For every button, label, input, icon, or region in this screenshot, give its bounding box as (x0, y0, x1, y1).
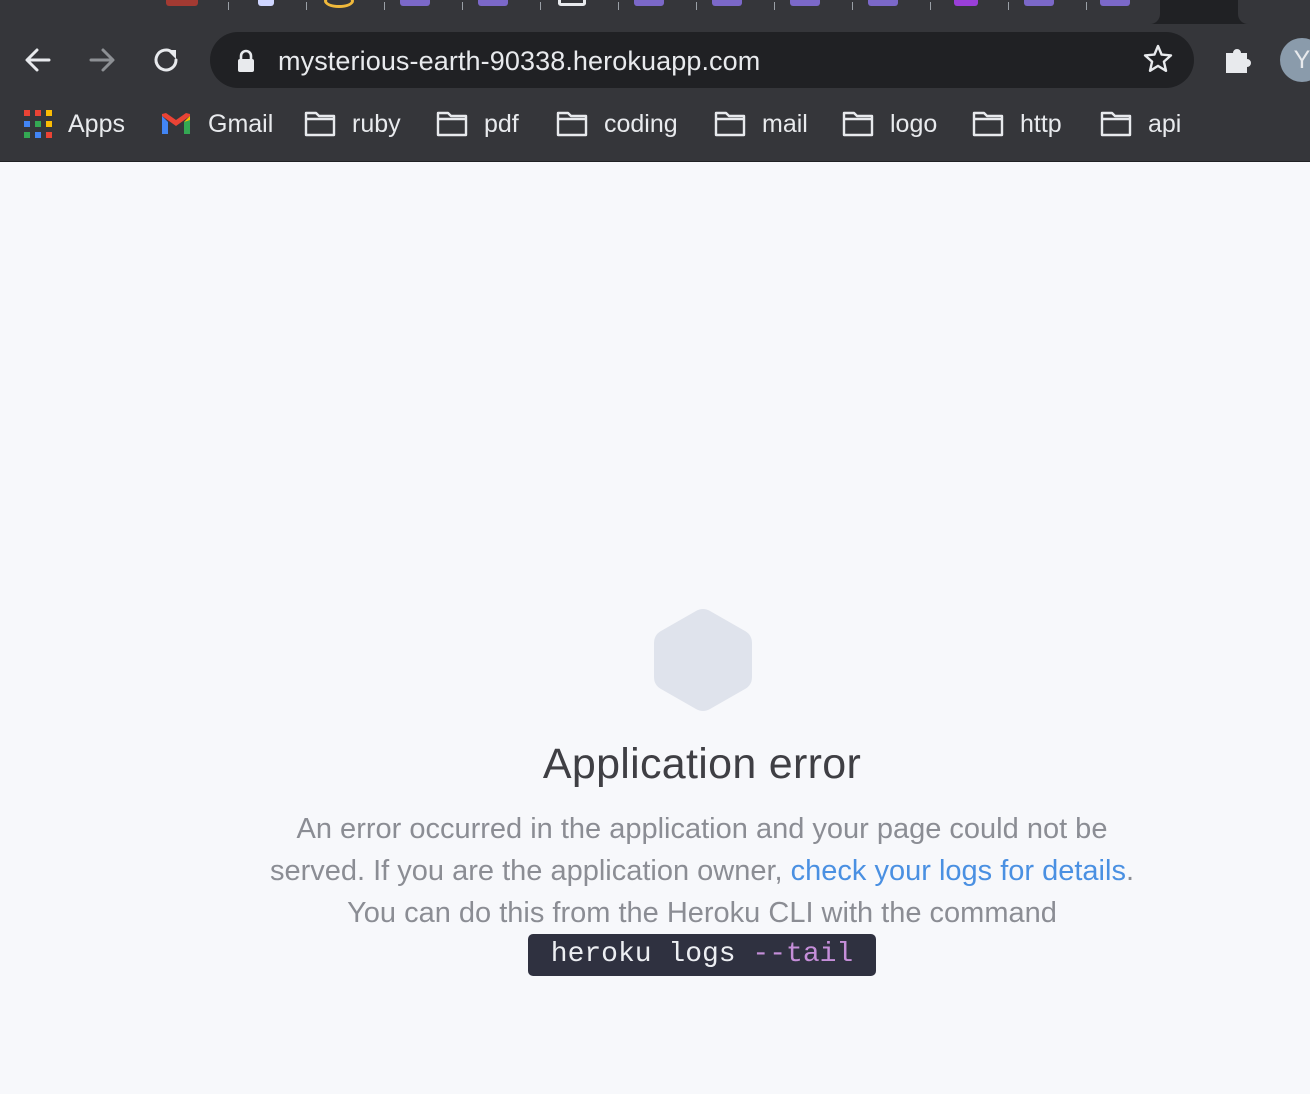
bookmark-label: Apps (68, 109, 125, 138)
tab-favicon[interactable] (324, 0, 354, 8)
forward-arrow-icon (89, 48, 115, 72)
apps-grid-icon (24, 110, 52, 138)
folder-icon (842, 111, 874, 137)
bookmark-folder-api[interactable]: api (1100, 106, 1181, 142)
folder-icon (436, 111, 468, 137)
bookmark-gmail[interactable]: Gmail (160, 106, 273, 142)
back-arrow-icon (25, 48, 51, 72)
tab-favicon[interactable] (400, 0, 430, 6)
extensions-puzzle-icon[interactable] (1222, 44, 1254, 76)
hexagon-icon (654, 609, 752, 711)
bookmark-apps[interactable]: Apps (24, 106, 125, 142)
browser-chrome: mysterious-earth-90338.herokuapp.com Y A… (0, 0, 1310, 162)
tab-favicon[interactable] (868, 0, 898, 6)
folder-icon (714, 111, 746, 137)
tab-favicon[interactable] (478, 0, 508, 6)
bookmark-label: http (1020, 109, 1062, 138)
bookmarks-bar: Apps Gmail ruby pdf coding mail logo htt… (0, 100, 1310, 148)
error-message: An error occurred in the application and… (250, 808, 1154, 934)
bookmark-folder-mail[interactable]: mail (714, 106, 808, 142)
tab-separator (930, 2, 931, 10)
tab-separator (540, 2, 541, 10)
folder-icon (304, 111, 336, 137)
reload-button[interactable] (146, 40, 186, 80)
bookmark-folder-pdf[interactable]: pdf (436, 106, 519, 142)
profile-avatar[interactable]: Y (1280, 38, 1310, 82)
bookmark-folder-http[interactable]: http (972, 106, 1062, 142)
folder-icon (972, 111, 1004, 137)
tab-separator (1086, 2, 1087, 10)
tab-favicon[interactable] (1024, 0, 1054, 6)
cli-command-main: heroku logs (550, 939, 753, 970)
page-content: Application error An error occurred in t… (0, 162, 1310, 1094)
bookmark-label: Gmail (208, 109, 274, 138)
bookmark-folder-ruby[interactable]: ruby (304, 106, 401, 142)
bookmark-label: logo (890, 109, 938, 138)
tab-search-area[interactable] (1238, 0, 1310, 24)
back-button[interactable] (18, 40, 58, 80)
tab-favicon[interactable] (634, 0, 664, 6)
cli-command-flag: --tail (752, 939, 854, 970)
tab-separator (618, 2, 619, 10)
bookmark-folder-coding[interactable]: coding (556, 106, 678, 142)
bookmark-label: pdf (484, 109, 519, 138)
url-text[interactable]: mysterious-earth-90338.herokuapp.com (278, 46, 760, 77)
gmail-icon (160, 112, 192, 136)
cli-command: heroku logs --tail (528, 934, 876, 976)
tab-favicon[interactable] (1100, 0, 1130, 6)
tab-favicon[interactable] (166, 0, 198, 6)
tab-favicon[interactable] (712, 0, 742, 6)
forward-button[interactable] (82, 40, 122, 80)
tab-separator (384, 2, 385, 10)
bookmark-folder-logo[interactable]: logo (842, 106, 937, 142)
lock-icon[interactable] (236, 48, 256, 74)
tab-separator (228, 2, 229, 10)
tab-favicon[interactable] (258, 0, 274, 6)
error-title: Application error (542, 740, 862, 788)
bookmark-label: ruby (352, 109, 401, 138)
address-bar[interactable]: mysterious-earth-90338.herokuapp.com (210, 32, 1194, 88)
bookmark-label: mail (762, 109, 808, 138)
tab-separator (852, 2, 853, 10)
bookmark-star-icon[interactable] (1142, 43, 1174, 75)
tab-separator (696, 2, 697, 10)
reload-icon (154, 48, 178, 72)
tab-strip (0, 0, 1310, 24)
tab-separator (1008, 2, 1009, 10)
tab-separator (306, 2, 307, 10)
tab-separator (462, 2, 463, 10)
folder-icon (556, 111, 588, 137)
logs-details-link[interactable]: check your logs for details (791, 855, 1126, 887)
tab-separator (774, 2, 775, 10)
tab-favicon[interactable] (790, 0, 820, 6)
bookmark-label: api (1148, 109, 1182, 138)
tab-favicon[interactable] (558, 0, 586, 6)
tab-favicon[interactable] (954, 0, 978, 6)
tab-strip-bar (0, 0, 1160, 24)
bookmark-label: coding (604, 109, 678, 138)
folder-icon (1100, 111, 1132, 137)
